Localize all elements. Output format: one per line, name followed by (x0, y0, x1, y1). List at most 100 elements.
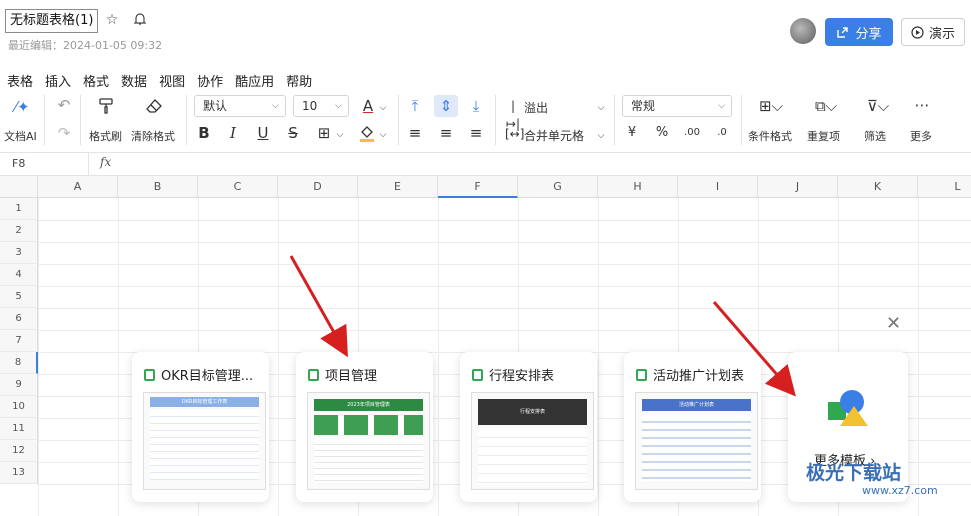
align-bottom-icon[interactable]: ⤓ (467, 97, 485, 115)
align-right-icon[interactable]: ≡ (467, 124, 485, 142)
filter-label[interactable]: 筛选 (864, 128, 886, 144)
bell-icon[interactable] (132, 12, 148, 28)
share-button[interactable]: 分享 (825, 18, 893, 46)
filter-icon[interactable]: ⊽⌵ (862, 97, 894, 115)
eraser-icon[interactable] (144, 97, 164, 119)
font-size-value: 10 (302, 99, 318, 113)
share-icon (837, 26, 849, 38)
column-header[interactable]: J (758, 176, 838, 198)
column-header[interactable]: D (278, 176, 358, 198)
strikethrough-icon[interactable]: S (285, 124, 301, 142)
select-all-corner[interactable] (0, 176, 38, 198)
format-painter-icon[interactable] (96, 97, 116, 119)
present-button[interactable]: 演示 (901, 18, 965, 46)
doc-ai-icon[interactable]: ⁄✦ (12, 98, 32, 116)
overflow-label[interactable]: 溢出 (524, 99, 548, 116)
template-thumbnail: 2023年项目管理表 (307, 392, 430, 490)
chevron-down-icon[interactable]: ⌵ (596, 127, 606, 145)
close-icon[interactable]: ✕ (886, 313, 901, 334)
column-header[interactable]: B (118, 176, 198, 198)
template-card-promotion[interactable]: 活动推广计划表 活动推广计划表 (624, 352, 761, 502)
row-header[interactable]: 10 (0, 396, 38, 418)
align-center-icon[interactable]: ≡ (437, 124, 455, 142)
column-header[interactable]: K (838, 176, 918, 198)
chevron-down-icon[interactable]: ⌵ (596, 99, 606, 117)
column-header[interactable]: I (678, 176, 758, 198)
share-label: 分享 (855, 26, 882, 42)
document-title[interactable]: 无标题表格(1) (5, 9, 99, 33)
chevron-down-icon[interactable]: ⌵ (378, 126, 388, 144)
row-header[interactable]: 13 (0, 462, 38, 484)
avatar[interactable] (790, 18, 816, 44)
watermark-url: www.xz7.com (862, 484, 938, 497)
column-header[interactable]: E (358, 176, 438, 198)
font-color-icon[interactable]: A (358, 97, 378, 115)
menu-item-help[interactable]: 帮助 (286, 71, 312, 90)
duplicates-icon[interactable]: ⧉⌵ (810, 97, 842, 115)
font-select[interactable]: 默认 ⌵ (194, 95, 286, 117)
row-header[interactable]: 11 (0, 418, 38, 440)
currency-icon[interactable]: ¥ (624, 124, 640, 142)
menu-item-table[interactable]: 表格 (7, 71, 33, 90)
menu-item-insert[interactable]: 插入 (45, 71, 71, 90)
italic-icon[interactable]: I (225, 124, 241, 142)
menu-item-view[interactable]: 视图 (159, 71, 185, 90)
chevron-down-icon[interactable]: ⌵ (378, 99, 388, 117)
format-painter-label[interactable]: 格式刷 (89, 128, 122, 144)
column-header[interactable]: A (38, 176, 118, 198)
row-header[interactable]: 9 (0, 374, 38, 396)
template-card-itinerary[interactable]: 行程安排表 行程安排表 (460, 352, 597, 502)
undo-icon[interactable]: ↶ (55, 96, 73, 114)
clear-format-label[interactable]: 清除格式 (131, 128, 175, 144)
more-label[interactable]: 更多 (910, 128, 932, 144)
cond-format-label[interactable]: 条件格式 (748, 128, 792, 144)
menu-item-apps[interactable]: 酷应用 (235, 71, 274, 90)
underline-icon[interactable]: U (255, 124, 271, 142)
row-header[interactable]: 12 (0, 440, 38, 462)
play-icon (911, 25, 924, 39)
column-header[interactable]: F (438, 176, 518, 198)
template-title: 活动推广计划表 (653, 369, 745, 384)
doc-ai-label[interactable]: 文档AI (4, 128, 37, 144)
redo-icon[interactable]: ↷ (55, 124, 73, 142)
menu-item-collab[interactable]: 协作 (197, 71, 223, 90)
bold-icon[interactable]: B (196, 124, 212, 142)
duplicates-label[interactable]: 重复项 (807, 128, 840, 144)
row-header[interactable]: 3 (0, 242, 38, 264)
row-header[interactable]: 1 (0, 198, 38, 220)
increase-decimal-icon[interactable]: .00 (683, 124, 701, 142)
row-header[interactable]: 4 (0, 264, 38, 286)
row-header[interactable]: 5 (0, 286, 38, 308)
conditional-format-icon[interactable]: ⊞⌵ (756, 97, 786, 115)
column-header[interactable]: C (198, 176, 278, 198)
star-icon[interactable]: ☆ (104, 12, 120, 28)
align-middle-icon[interactable]: ⇕ (437, 97, 455, 115)
percent-icon[interactable]: % (654, 124, 670, 142)
row-header[interactable]: 6 (0, 308, 38, 330)
column-header[interactable]: L (918, 176, 971, 198)
merge-icon[interactable]: [↔] (505, 125, 524, 143)
chevron-down-icon[interactable]: ⌵ (335, 126, 345, 144)
template-card-okr[interactable]: OKR目标管理... OKR目标管理工作表 (132, 352, 269, 502)
font-value: 默认 (203, 99, 228, 113)
menu-item-format[interactable]: 格式 (83, 71, 109, 90)
merge-label[interactable]: 合并单元格 (524, 127, 584, 144)
font-size-select[interactable]: 10 ⌵ (293, 95, 349, 117)
align-left-icon[interactable]: ≡ (406, 124, 424, 142)
column-header[interactable]: G (518, 176, 598, 198)
align-top-icon[interactable]: ⤒ (406, 97, 424, 115)
number-format-value: 常规 (631, 99, 656, 113)
more-icon[interactable]: ⋯ (912, 96, 932, 114)
row-header[interactable]: 2 (0, 220, 38, 242)
template-card-project[interactable]: 项目管理 2023年项目管理表 (296, 352, 433, 502)
row-header[interactable]: 7 (0, 330, 38, 352)
border-icon[interactable]: ⊞ (315, 124, 333, 142)
column-header[interactable]: H (598, 176, 678, 198)
menu-item-data[interactable]: 数据 (121, 71, 147, 90)
formula-bar (0, 152, 971, 176)
fill-color-icon[interactable] (357, 124, 377, 146)
number-format-select[interactable]: 常规 ⌵ (622, 95, 732, 117)
decrease-decimal-icon[interactable]: .0 (713, 124, 731, 142)
cell-reference[interactable]: F8 (12, 157, 25, 170)
row-header[interactable]: 8 (0, 352, 38, 374)
